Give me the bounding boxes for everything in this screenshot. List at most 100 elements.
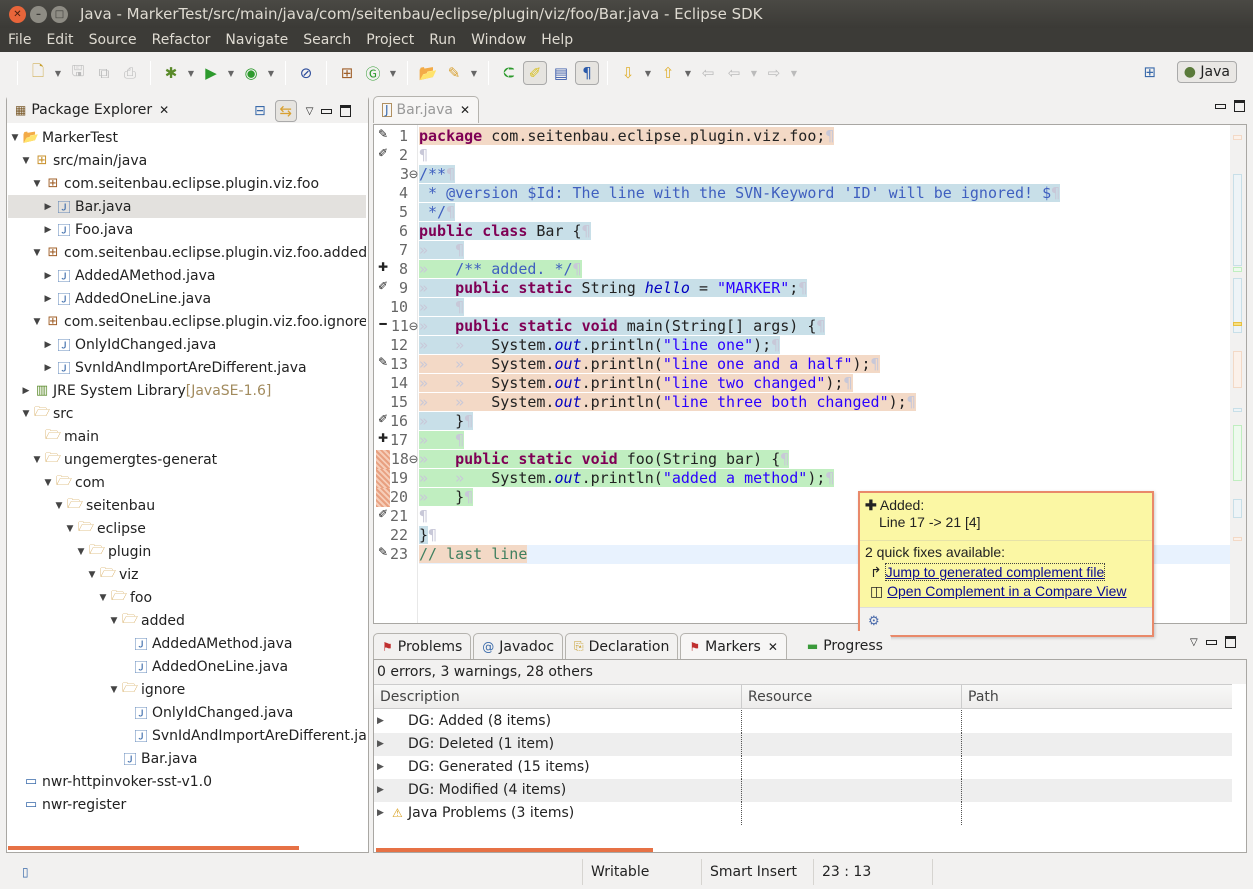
column-resource[interactable]: Resource [742,685,962,708]
menu-file[interactable]: File [0,32,38,48]
menu-navigate[interactable]: Navigate [217,32,295,48]
link-with-editor-icon[interactable]: ⇆ [274,100,297,122]
tree-item[interactable]: ▼ ⊞ src/main/java [8,149,366,172]
tree-item[interactable]: ▶ 🄹 AddedAMethod.java [8,264,366,287]
forward-dropdown[interactable]: ▼ [787,69,801,78]
open-type-icon[interactable]: 📂 [416,61,440,85]
next-annotation-icon[interactable]: ⇩ [616,61,640,85]
tree-item[interactable]: ▼ 📂 MarkerTest [8,126,366,149]
markers-row[interactable]: ▶ DG: Generated (15 items) [374,756,1232,779]
expand-arrow-closed-icon[interactable]: ▶ [41,340,55,350]
added-marker-icon[interactable]: ✚ [376,260,390,274]
debug-dropdown[interactable]: ▼ [184,69,198,78]
expand-arrow-open-icon[interactable]: ▼ [107,685,121,695]
code-line[interactable]: » » System.out.println("line three both … [419,393,1231,412]
next-annotation-dropdown[interactable]: ▼ [641,69,655,78]
overview-warning-marker[interactable] [1233,322,1242,326]
new-package-icon[interactable]: ⊞ [335,61,359,85]
fast-view-icon[interactable]: ▯ [22,865,42,879]
expand-arrow-open-icon[interactable]: ▼ [19,409,33,419]
generated-marker-icon[interactable]: ✐ [376,507,390,521]
menu-project[interactable]: Project [358,32,421,48]
debug-icon[interactable]: ✱ [159,61,183,85]
code-line[interactable]: public class Bar {¶ [419,222,1231,241]
tree-item[interactable]: ▼ 🗁 com [8,471,366,494]
external-tools-icon[interactable]: ◉ [239,61,263,85]
code-line[interactable]: » » System.out.println("added a method")… [419,469,1231,488]
last-edit-location-icon[interactable]: ⇦ [696,61,720,85]
maximize-icon[interactable] [1234,100,1245,112]
overview-ruler[interactable] [1230,125,1246,623]
close-icon[interactable]: ✕ [768,640,778,654]
tab-problems[interactable]: ⚑ Problems [373,633,472,659]
expand-arrow-closed-icon[interactable]: ▶ [19,386,33,396]
new-dropdown[interactable]: ▼ [51,69,65,78]
expand-arrow-closed-icon[interactable]: ▶ [374,710,392,733]
new-class-icon[interactable]: Ⓖ [361,61,385,85]
tree-item[interactable]: 🄹 OnlyIdChanged.java [8,701,366,724]
run-icon[interactable]: ▶ [199,61,223,85]
generated-marker-icon[interactable]: ✐ [376,146,390,160]
code-line[interactable]: » ¶ [419,431,1231,450]
menu-run[interactable]: Run [421,32,463,48]
expand-arrow-closed-icon[interactable]: ▶ [41,202,55,212]
mark-occurrences-toggle-icon[interactable]: ✐ [523,61,547,85]
tree-item[interactable]: ▶ 🄹 OnlyIdChanged.java [8,333,366,356]
overview-marker[interactable] [1233,135,1242,140]
tree-item[interactable]: ▶ ▥ JRE System Library [JavaSE-1.6] [8,379,366,402]
tree-item[interactable]: ▼ 🗁 src [8,402,366,425]
tree-item[interactable]: 🄹 AddedAMethod.java [8,632,366,655]
new-wizard-icon[interactable]: 🗋 [26,61,50,85]
java-perspective-button[interactable]: ● Java [1176,61,1237,83]
generated-marker-icon[interactable]: ✐ [376,279,390,293]
overview-marker[interactable] [1233,174,1242,266]
expand-arrow-open-icon[interactable]: ▼ [30,455,44,465]
markers-scrollbar[interactable] [376,848,653,852]
external-tools-dropdown[interactable]: ▼ [264,69,278,78]
view-menu-icon[interactable]: ▽ [1190,637,1198,648]
expand-arrow-open-icon[interactable]: ▼ [96,593,110,603]
overview-marker[interactable] [1233,351,1242,388]
code-line[interactable]: » ¶ [419,298,1231,317]
maximize-icon[interactable] [340,105,352,117]
markers-row[interactable]: ▶ DG: Added (8 items) [374,710,1232,733]
overview-marker[interactable] [1233,537,1242,541]
modified-marker-icon[interactable]: ✎ [376,355,390,369]
expand-arrow-open-icon[interactable]: ▼ [30,179,44,189]
tree-item[interactable]: ▼ 🗁 plugin [8,540,366,563]
collapse-all-icon[interactable]: ⊟ [254,103,266,119]
tree-item[interactable]: ▼ 🗁 viz [8,563,366,586]
save-icon[interactable]: 🖫 [66,61,90,85]
expand-arrow-open-icon[interactable]: ▼ [30,317,44,327]
expand-arrow-open-icon[interactable]: ▼ [41,478,55,488]
column-path[interactable]: Path [962,685,1232,708]
tab-package-explorer[interactable]: ▦ Package Explorer ✕ [7,96,178,123]
deleted-marker-icon[interactable]: ━ [376,317,390,331]
expand-arrow-open-icon[interactable]: ▼ [63,524,77,534]
menu-search[interactable]: Search [295,32,358,48]
tree-item[interactable]: 🗁 main [8,425,366,448]
code-line[interactable]: » ¶ [419,241,1231,260]
expand-arrow-closed-icon[interactable]: ▶ [41,271,55,281]
search-dropdown[interactable]: ▼ [467,69,481,78]
show-whitespace-toggle-icon[interactable]: ¶ [575,61,599,85]
minimize-icon[interactable] [321,108,333,114]
view-menu-icon[interactable]: ▽ [306,106,314,117]
package-explorer-scrollbar[interactable] [8,846,299,850]
close-icon[interactable]: ✕ [159,103,169,117]
column-description[interactable]: Description [374,685,742,708]
tree-item[interactable]: ▭ nwr-httpinvoker-sst-v1.0 [8,770,366,793]
overview-marker[interactable] [1233,425,1242,481]
window-maximize-button[interactable]: □ [51,5,68,23]
overview-marker[interactable] [1233,499,1242,518]
tree-item[interactable]: ▼ 🗁 ignore [8,678,366,701]
previous-annotation-icon[interactable]: ⇧ [656,61,680,85]
window-close-button[interactable]: ✕ [9,5,26,23]
open-compare-view-link[interactable]: Open Complement in a Compare View [887,583,1126,599]
maximize-icon[interactable] [1224,636,1236,648]
modified-marker-icon[interactable]: ✎ [376,127,390,141]
expand-arrow-closed-icon[interactable]: ▶ [41,225,55,235]
code-line[interactable]: » » System.out.println("line one and a h… [419,355,1231,374]
markers-row[interactable]: ▶ ⚠ Java Problems (3 items) [374,802,1232,825]
expand-arrow-open-icon[interactable]: ▼ [30,248,44,258]
